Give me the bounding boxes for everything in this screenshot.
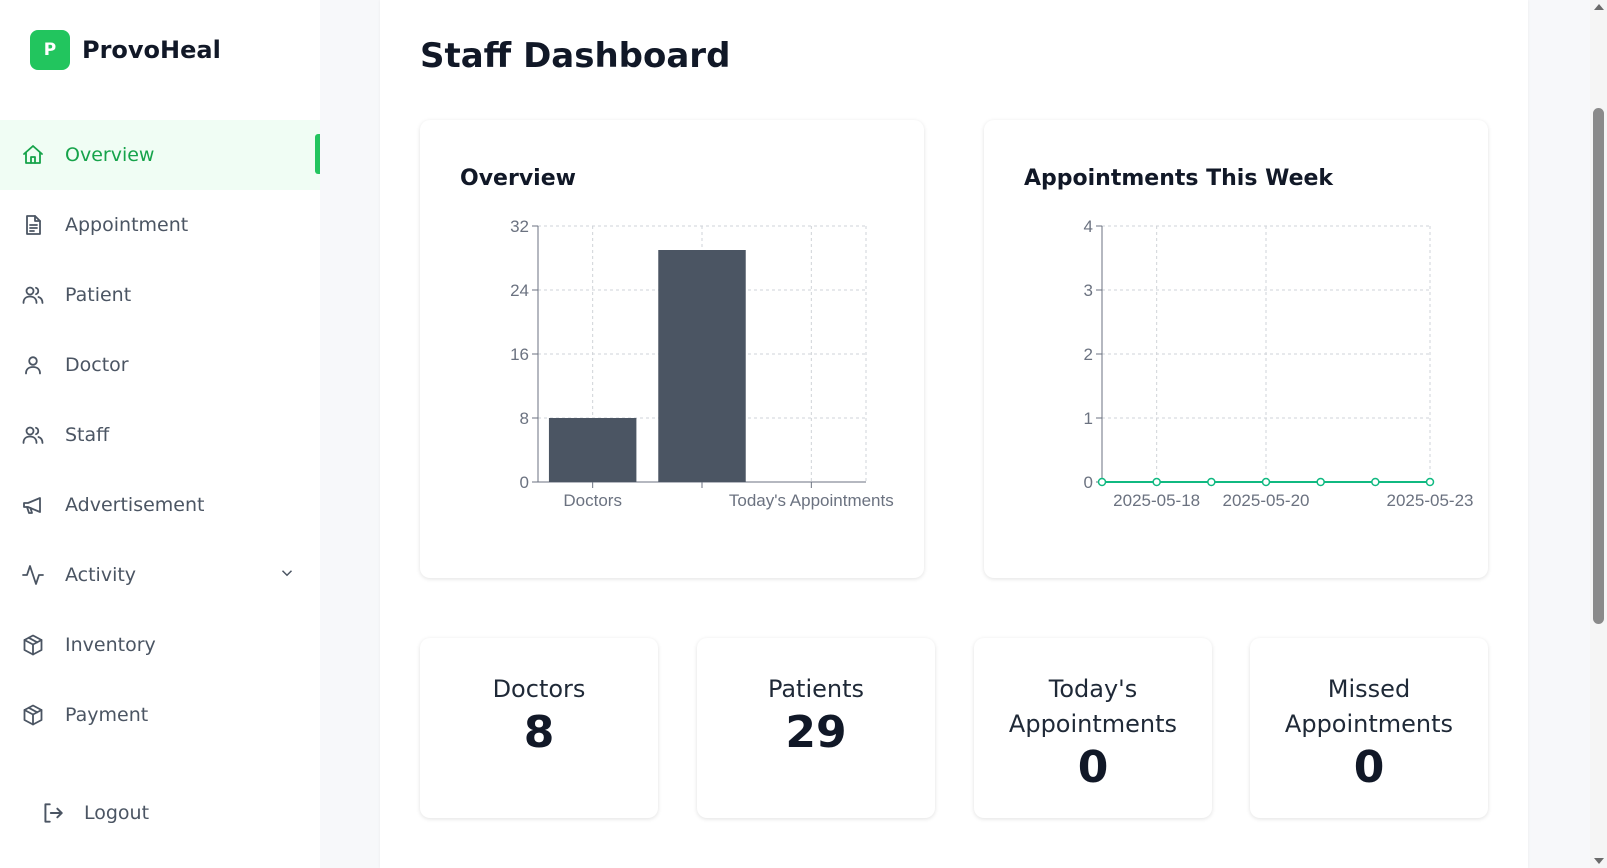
data-point <box>1261 477 1271 487</box>
activity-icon <box>20 562 46 588</box>
stat-card-patients: Patients 29 <box>697 638 935 818</box>
y-tick-label: 0 <box>1084 473 1093 492</box>
sidebar-item-label: Payment <box>65 704 149 726</box>
sidebar-item-label: Overview <box>65 144 155 166</box>
sidebar: P ProvoHeal Overview Appointment Patient <box>0 0 320 868</box>
sidebar-item-activity[interactable]: Activity <box>0 540 320 610</box>
stat-value: 0 <box>1353 742 1385 793</box>
logout-button[interactable]: Logout <box>40 800 149 826</box>
page-title: Staff Dashboard <box>420 36 731 76</box>
x-tick-label: 2025-05-20 <box>1223 491 1310 510</box>
y-tick-label: 2 <box>1084 345 1093 364</box>
scrollbar-thumb[interactable] <box>1593 108 1604 624</box>
sidebar-item-label: Doctor <box>65 354 129 376</box>
sidebar-nav: Overview Appointment Patient Doctor Staf… <box>0 120 320 750</box>
stat-value: 29 <box>785 707 847 758</box>
overview-bar-chart: 0 8 16 24 32 Doctors Today's Appointments <box>510 217 894 510</box>
data-point <box>1425 477 1435 487</box>
brand-name: ProvoHeal <box>82 36 221 64</box>
bar-patients <box>658 250 746 482</box>
data-point <box>1316 477 1325 487</box>
sidebar-item-label: Activity <box>65 564 137 586</box>
user-icon <box>20 352 46 378</box>
sidebar-item-inventory[interactable]: Inventory <box>0 610 320 680</box>
appointments-chart-card: Appointments This Week 0 1 2 3 4 2025-05-18 20… <box>984 120 1488 578</box>
x-tick-label: Today's Appointments <box>729 491 894 510</box>
sidebar-item-staff[interactable]: Staff <box>0 400 320 470</box>
stat-label: Patients <box>767 675 865 703</box>
logout-label: Logout <box>84 802 150 824</box>
stat-label: Today's Appointments <box>1008 675 1178 738</box>
users-icon <box>20 422 46 448</box>
x-tick-label: 2025-05-18 <box>1113 491 1200 510</box>
sidebar-item-label: Inventory <box>65 634 156 656</box>
stat-value: 0 <box>1077 742 1109 793</box>
y-tick-label: 8 <box>520 409 529 428</box>
home-icon <box>20 142 46 168</box>
page-scrollbar[interactable] <box>1590 0 1607 868</box>
sidebar-item-advertisement[interactable]: Advertisement <box>0 470 320 540</box>
box-icon <box>20 632 46 658</box>
y-tick-label: 32 <box>510 217 529 236</box>
overview-chart-card: Overview 0 8 16 24 32 Doctors Today's Appointm… <box>420 120 924 578</box>
data-point <box>1152 477 1161 487</box>
stat-card-missed-appointments: Missed Appointments 0 <box>1250 638 1488 818</box>
sidebar-item-appointment[interactable]: Appointment <box>0 190 320 260</box>
y-tick-label: 1 <box>1084 409 1093 428</box>
y-tick-label: 3 <box>1084 281 1093 300</box>
users-icon <box>20 282 46 308</box>
stat-label: Missed Appointments <box>1284 675 1454 738</box>
megaphone-icon <box>20 492 46 518</box>
sidebar-item-payment[interactable]: Payment <box>0 680 320 750</box>
sidebar-item-overview[interactable]: Overview <box>0 120 320 190</box>
sidebar-item-doctor[interactable]: Doctor <box>0 330 320 400</box>
stat-card-doctors: Doctors 8 <box>420 638 658 818</box>
y-tick-label: 16 <box>510 345 529 364</box>
stat-value: 8 <box>523 707 555 758</box>
x-tick-label: Doctors <box>563 491 622 510</box>
y-tick-label: 0 <box>520 473 529 492</box>
x-tick-label: 2025-05-23 <box>1387 491 1474 510</box>
sidebar-item-label: Patient <box>65 284 132 306</box>
box-icon <box>20 702 46 728</box>
data-point <box>1097 477 1107 487</box>
chevron-down-icon[interactable] <box>278 564 298 584</box>
brand[interactable]: P ProvoHeal <box>30 30 221 70</box>
sidebar-item-label: Staff <box>65 424 110 446</box>
scroll-down-arrow-icon[interactable] <box>1594 858 1604 864</box>
sidebar-item-label: Appointment <box>65 214 189 236</box>
logout-icon <box>44 803 63 823</box>
bar-doctors <box>548 418 637 482</box>
brand-logo: P <box>30 30 70 70</box>
stat-card-todays-appointments: Today's Appointments 0 <box>974 638 1212 818</box>
main-content: Staff Dashboard Overview 0 8 16 24 32 Doctors… <box>380 0 1528 868</box>
appointments-line-chart: 0 1 2 3 4 2025-05-18 2025-05-20 2025-05-23 <box>1084 217 1474 510</box>
sidebar-item-patient[interactable]: Patient <box>0 260 320 330</box>
sidebar-item-label: Advertisement <box>65 494 205 516</box>
stat-label: Doctors <box>492 675 586 703</box>
scroll-up-arrow-icon[interactable] <box>1594 4 1604 10</box>
y-tick-label: 24 <box>510 281 529 300</box>
data-point <box>1371 477 1380 487</box>
data-point <box>1207 477 1216 487</box>
y-tick-label: 4 <box>1084 217 1093 236</box>
document-icon <box>20 212 46 238</box>
